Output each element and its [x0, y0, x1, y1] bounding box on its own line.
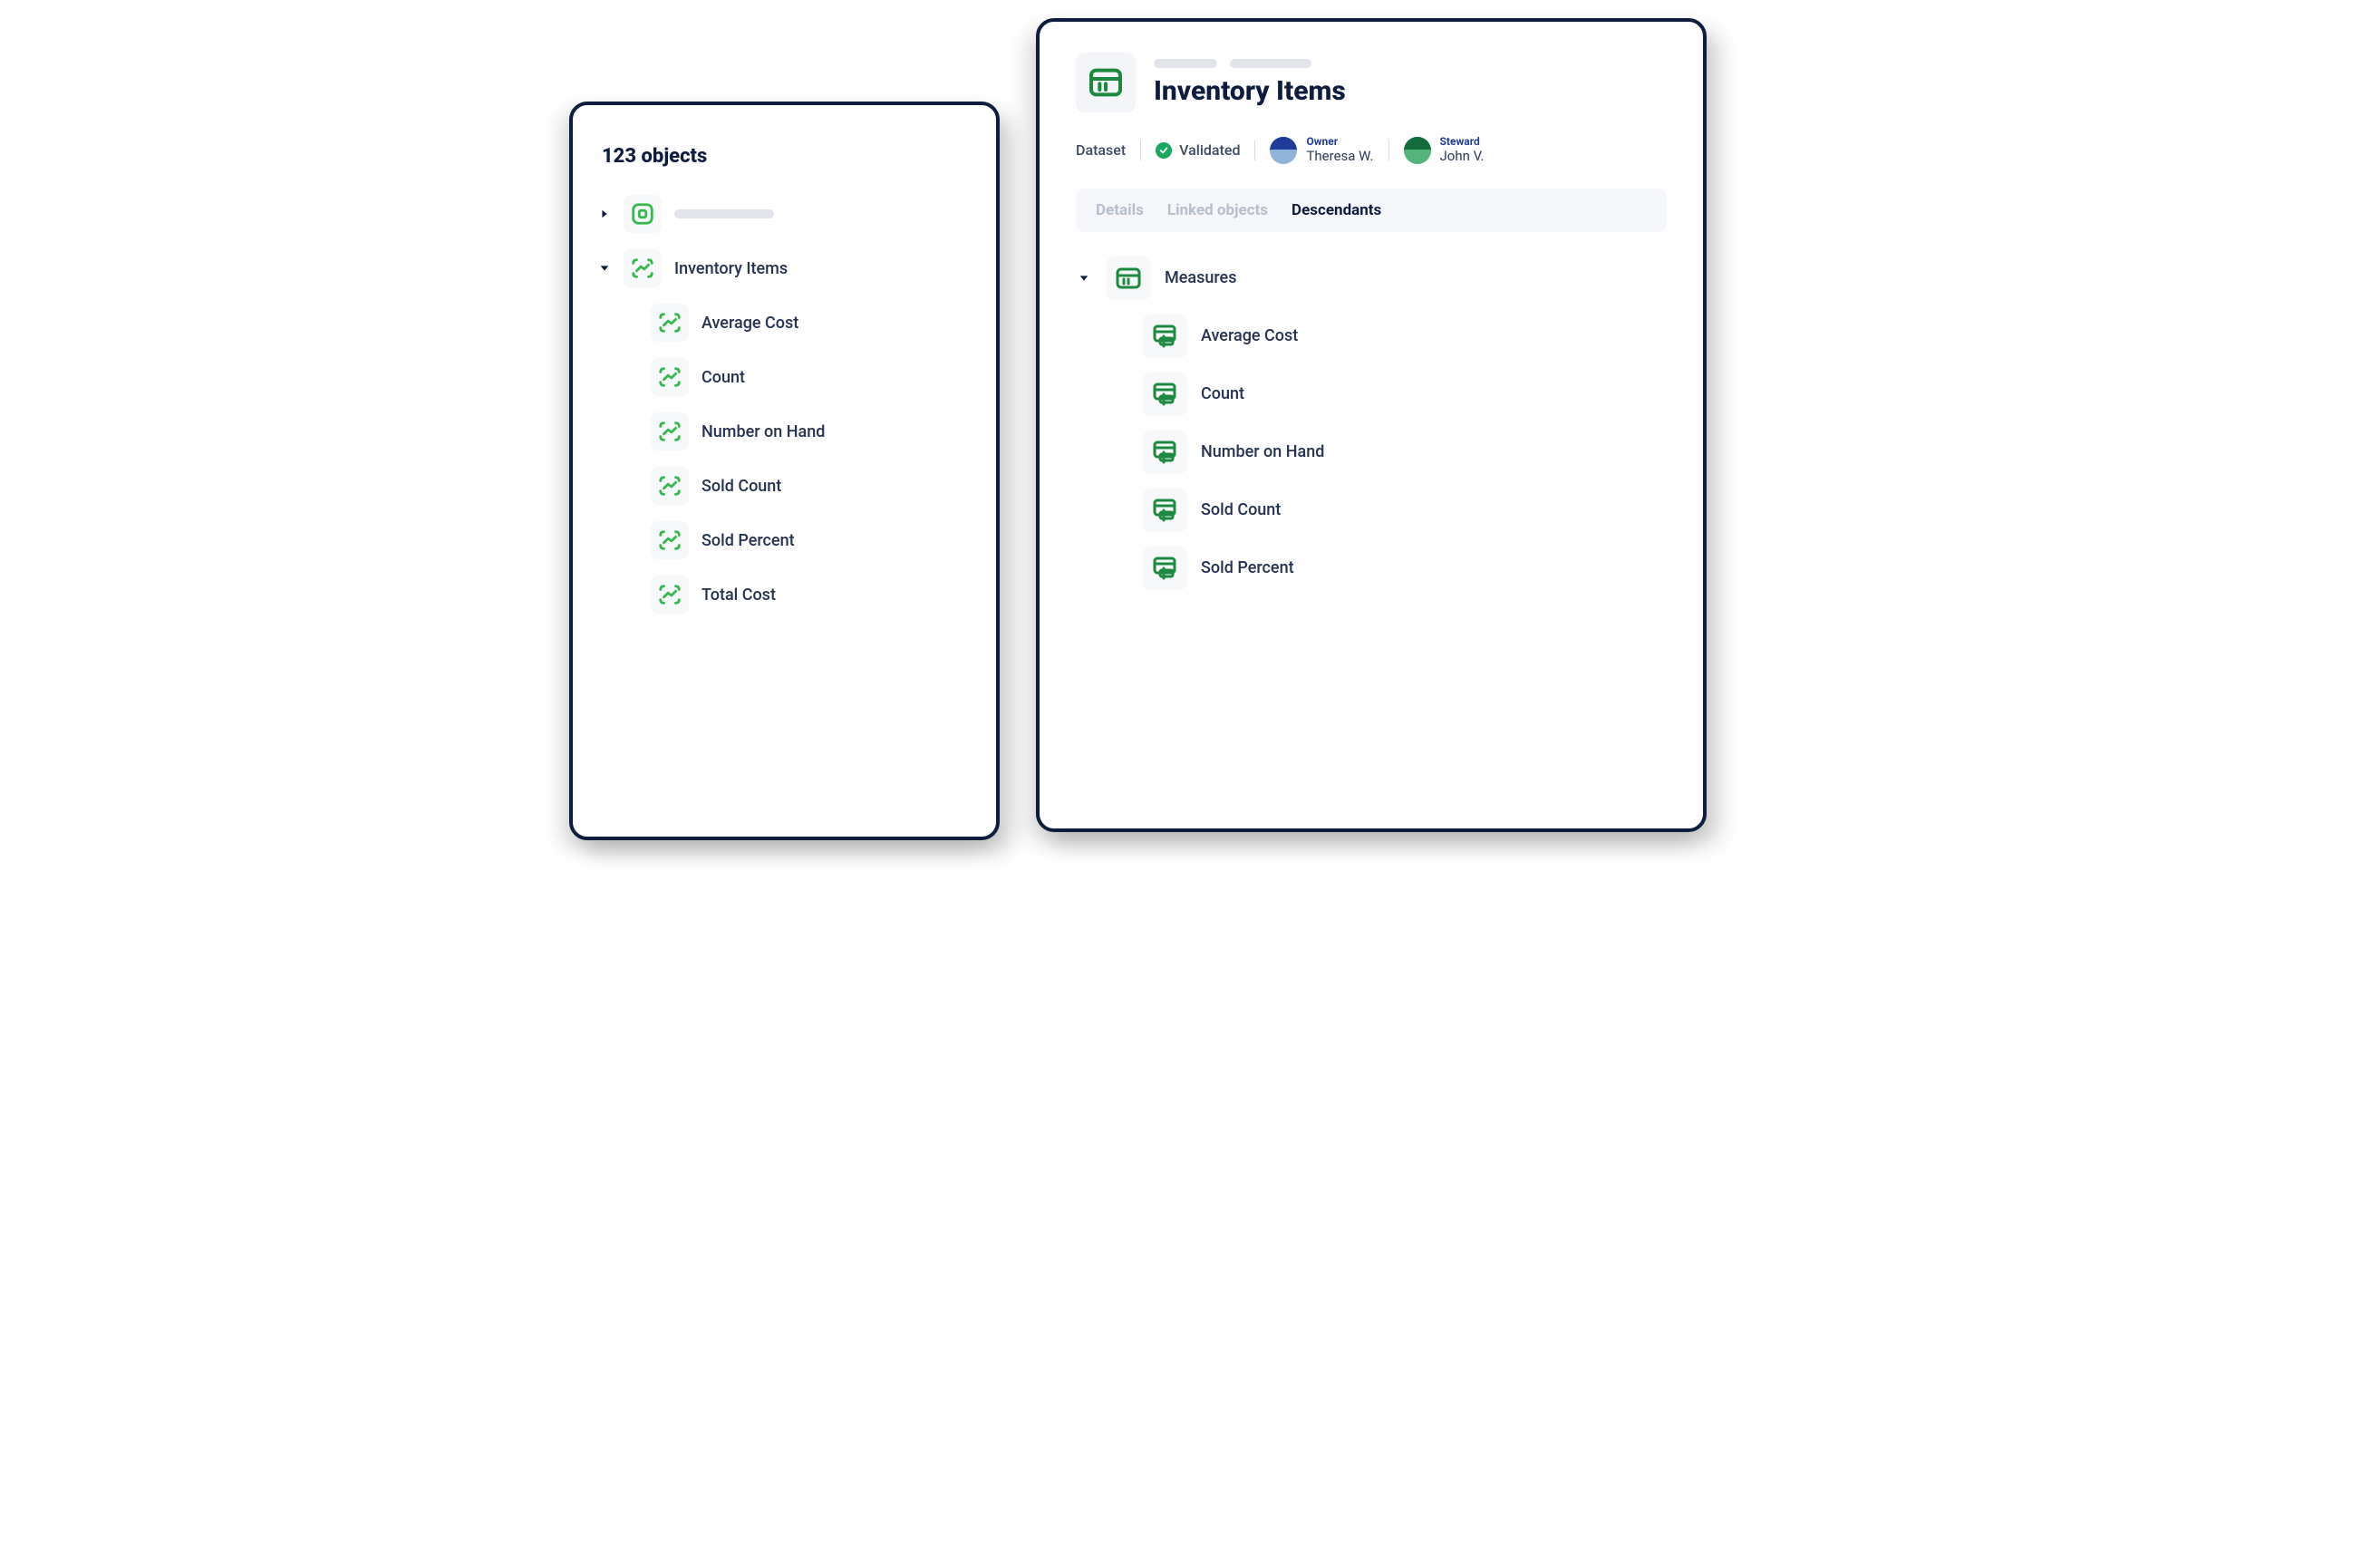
object-tree: Inventory Items Average Cost Count Numb: [598, 193, 971, 615]
chart-metric-icon: [651, 412, 689, 450]
tree-node-label: Average Cost: [1201, 326, 1298, 345]
avatar: [1404, 137, 1431, 164]
tree-node-sold-percent[interactable]: Sold Percent: [651, 519, 971, 561]
column-icon: [1143, 373, 1186, 416]
status-badge: Validated: [1156, 141, 1240, 159]
detail-tabs: Details Linked objects Descendants: [1076, 189, 1667, 232]
column-icon: [1143, 431, 1186, 474]
breadcrumb-placeholder: [1154, 59, 1346, 68]
tree-node-label: Number on Hand: [1201, 442, 1324, 461]
tree-node-total-cost[interactable]: Total Cost: [651, 574, 971, 615]
tree-node-label: Count: [701, 368, 745, 387]
steward-role-label: Steward: [1440, 136, 1485, 148]
chart-metric-icon: [651, 358, 689, 396]
avatar: [1270, 137, 1297, 164]
tree-node-number-on-hand[interactable]: Number on Hand: [651, 411, 971, 452]
tab-linked-objects[interactable]: Linked objects: [1167, 201, 1268, 219]
object-type-label: Dataset: [1076, 141, 1126, 159]
chart-metric-icon: [651, 304, 689, 342]
tree-node-measures[interactable]: Measures: [1076, 256, 1667, 301]
tree-node-label: Number on Hand: [701, 422, 825, 441]
owner-name: Theresa W.: [1306, 148, 1373, 165]
descendants-tree: Measures Average Cost Count Number on Ha…: [1076, 256, 1667, 591]
chart-metric-icon: [651, 576, 689, 614]
chart-metric-icon: [651, 521, 689, 559]
tree-node-sold-percent[interactable]: Sold Percent: [1143, 546, 1667, 591]
tree-node-count[interactable]: Count: [651, 356, 971, 398]
tree-node-sold-count[interactable]: Sold Count: [1143, 488, 1667, 533]
tree-node-label: Average Cost: [701, 314, 798, 333]
dataset-meta: Dataset Validated Owner Theresa W.: [1076, 136, 1667, 165]
tree-node-label-placeholder: [674, 209, 774, 218]
status-text: Validated: [1179, 141, 1240, 159]
column-icon: [1143, 489, 1186, 532]
tree-node-sold-count[interactable]: Sold Count: [651, 465, 971, 507]
tree-node-label: Measures: [1165, 268, 1236, 287]
dashboard-icon: [624, 195, 662, 233]
dataset-detail-panel: Inventory Items Dataset Validated Owner …: [1036, 18, 1707, 832]
tree-node-collapsed[interactable]: [598, 193, 971, 235]
steward-chip[interactable]: Steward John V.: [1404, 136, 1485, 165]
check-circle-icon: [1156, 142, 1172, 159]
column-icon: [1143, 547, 1186, 590]
tree-node-average-cost[interactable]: Average Cost: [651, 302, 971, 344]
owner-chip[interactable]: Owner Theresa W.: [1270, 136, 1373, 165]
tree-node-label: Sold Count: [701, 477, 781, 496]
divider: [1388, 140, 1389, 160]
tree-node-label: Inventory Items: [674, 259, 788, 278]
tree-node-label: Sold Percent: [701, 531, 795, 550]
tab-details[interactable]: Details: [1096, 201, 1144, 219]
detail-header: Inventory Items: [1076, 53, 1667, 112]
owner-role-label: Owner: [1306, 136, 1373, 148]
tree-node-count[interactable]: Count: [1143, 372, 1667, 417]
object-browser-panel: 123 objects Inventory It: [569, 102, 1000, 840]
page-title: Inventory Items: [1154, 75, 1346, 107]
caret-down-icon[interactable]: [598, 263, 611, 274]
column-icon: [1143, 315, 1186, 358]
tree-node-label: Sold Percent: [1201, 558, 1294, 577]
divider: [1254, 140, 1255, 160]
chart-metric-icon: [624, 249, 662, 287]
tree-node-label: Sold Count: [1201, 500, 1281, 519]
tree-node-inventory-items[interactable]: Inventory Items: [598, 247, 971, 289]
caret-down-icon[interactable]: [1076, 273, 1092, 284]
tree-node-label: Count: [1201, 384, 1244, 403]
table-icon: [1076, 53, 1136, 112]
tree-node-number-on-hand[interactable]: Number on Hand: [1143, 430, 1667, 475]
object-count: 123 objects: [602, 145, 971, 168]
tree-node-label: Total Cost: [701, 586, 776, 605]
chart-metric-icon: [651, 467, 689, 505]
tree-node-average-cost[interactable]: Average Cost: [1143, 314, 1667, 359]
caret-right-icon[interactable]: [598, 208, 611, 220]
table-icon: [1107, 257, 1150, 300]
steward-name: John V.: [1440, 148, 1485, 165]
tab-descendants[interactable]: Descendants: [1292, 201, 1381, 219]
divider: [1140, 140, 1141, 160]
